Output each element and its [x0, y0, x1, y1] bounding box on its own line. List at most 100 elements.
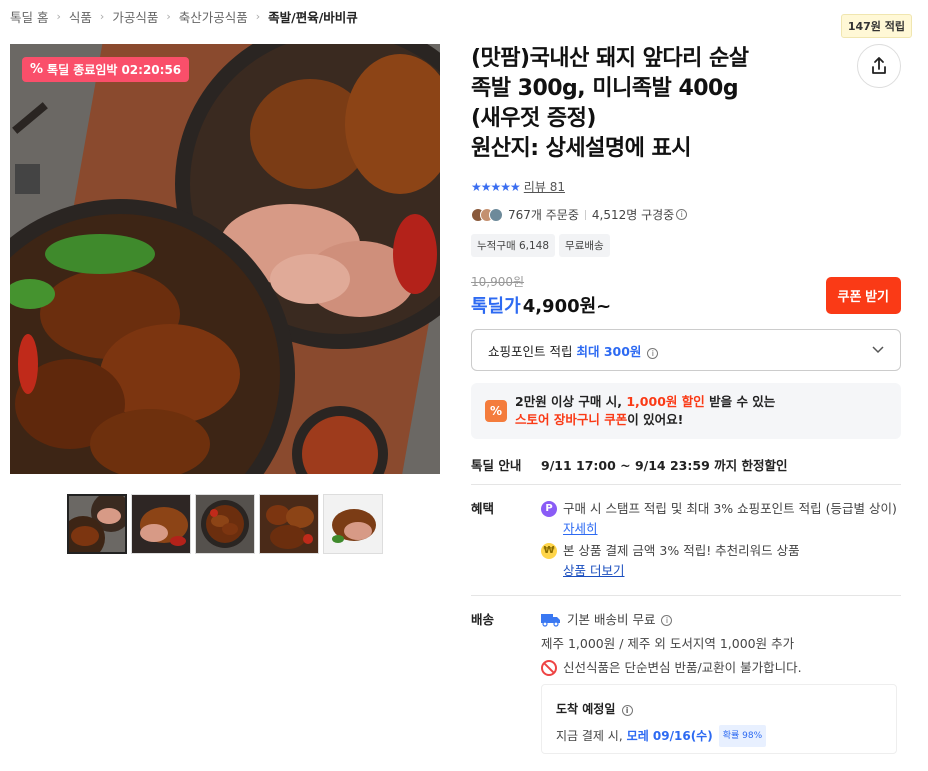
cart-coupon-notice: % 2만원 이상 구매 시, 1,000원 할인 받을 수 있는 스토어 장바구… — [471, 383, 901, 439]
delivery-section: 배송 기본 배송비 무료 i 제주 1,000원 / 제주 외 도서지역 1,0… — [471, 610, 901, 754]
coin-icon: ₩ — [541, 543, 557, 559]
product-photo — [10, 44, 440, 474]
delivery-fee-line: 기본 배송비 무료 i — [541, 610, 897, 630]
chevron-right-icon: › — [255, 10, 261, 23]
social-proof: 767개 주문중 4,512명 구경중 i — [471, 206, 901, 223]
breadcrumb-food[interactable]: 식품 — [69, 7, 92, 26]
benefit-label: 혜택 — [471, 501, 495, 516]
benefit-section: 혜택 P 구매 시 스탬프 적립 및 최대 3% 쇼핑포인트 적립 (등급별 상… — [471, 499, 901, 581]
prohibited-icon — [541, 660, 557, 676]
breadcrumb-home[interactable]: 톡딜 홈 — [10, 7, 48, 26]
breadcrumb: 톡딜 홈 › 식품 › 가공식품 › 축산가공식품 › 족발/편육/바비큐 — [10, 7, 358, 26]
thumbnail-3[interactable] — [195, 494, 255, 554]
deal-timer-badge: % 톡딜 종료임박 02:20:56 — [22, 57, 190, 82]
share-icon — [872, 57, 886, 74]
title-line-3: (새우젓 증정) — [471, 106, 596, 131]
product-info: (맛팜)국내산 돼지 앞다리 순살 족발 300g, 미니족발 400g (새우… — [471, 44, 901, 754]
product-title: (맛팜)국내산 돼지 앞다리 순살 족발 300g, 미니족발 400g (새우… — [471, 44, 841, 164]
breadcrumb-processed[interactable]: 가공식품 — [112, 7, 158, 26]
info-icon[interactable]: i — [621, 705, 633, 716]
arrival-probability: 확률 98% — [718, 725, 767, 747]
thumbnail-image — [132, 495, 190, 553]
product-main-image[interactable]: % 톡딜 종료임박 02:20:56 — [10, 44, 440, 474]
points-badge: 147원 적립 — [840, 14, 912, 38]
benefit-text: 구매 시 스탬프 적립 및 최대 3% 쇼핑포인트 적립 (등급별 상이) 자세… — [563, 499, 901, 539]
more-products-link[interactable]: 상품 더보기 — [563, 563, 624, 578]
arrival-title-text: 도착 예정일 — [556, 702, 616, 716]
cart-coupon-discount: 1,000원 할인 — [626, 394, 705, 409]
coupon-icon: % — [485, 400, 507, 422]
thumbnail-5[interactable] — [323, 494, 383, 554]
arrival-date: 모레 09/16(수) — [626, 729, 713, 743]
price-block: 10,900원 톡딜가 4,900원~ 쿠폰 받기 — [471, 273, 901, 321]
benefit-desc: 본 상품 결제 금액 3% 적립! 추천리워드 상품 — [563, 543, 800, 558]
benefit-item-stamp: P 구매 시 스탬프 적립 및 최대 3% 쇼핑포인트 적립 (등급별 상이) … — [541, 499, 901, 539]
point-highlight: 최대 300원 — [576, 343, 642, 359]
benefit-desc: 구매 시 스탬프 적립 및 최대 3% 쇼핑포인트 적립 (등급별 상이) — [563, 501, 897, 516]
delivery-fee: 기본 배송비 무료 — [567, 612, 656, 627]
cart-coupon-text: 이 있어요! — [627, 412, 684, 427]
chevron-right-icon: › — [166, 10, 171, 23]
sale-label: 톡딜가 — [471, 296, 521, 317]
return-notice-line: 신선식품은 단순변심 반품/교환이 불가합니다. — [541, 658, 897, 678]
tag-list: 누적구매 6,148 무료배송 — [471, 234, 901, 257]
divider — [584, 209, 586, 220]
deal-info-row: 톡딜 안내 9/11 17:00 ~ 9/14 23:59 까지 한정할인 — [471, 455, 901, 485]
arrival-pre: 지금 결제 시, — [556, 729, 623, 743]
tag-free-shipping: 무료배송 — [559, 234, 610, 257]
point-label: 쇼핑포인트 적립 — [488, 343, 573, 359]
arrival-title: 도착 예정일 i — [556, 699, 882, 719]
timer-time: 02:20:56 — [121, 62, 182, 77]
point-select-text: 쇼핑포인트 적립 최대 300원 i — [488, 341, 659, 360]
coupon-button[interactable]: 쿠폰 받기 — [825, 277, 901, 314]
title-line-1: (맛팜)국내산 돼지 앞다리 순살 — [471, 46, 749, 71]
cart-coupon-name: 스토어 장바구니 쿠폰 — [515, 412, 628, 427]
star-rating-icon: ★★★★★ — [471, 179, 521, 194]
buyer-avatars — [471, 207, 503, 222]
review-link[interactable]: 리뷰 81 — [524, 178, 565, 195]
return-notice: 신선식품은 단순변심 반품/교환이 불가합니다. — [563, 660, 802, 675]
breadcrumb-current[interactable]: 족발/편육/바비큐 — [268, 7, 358, 26]
detail-link[interactable]: 자세히 — [563, 521, 598, 536]
thumbnail-image — [324, 495, 382, 553]
benefit-item-reward: ₩ 본 상품 결제 금액 3% 적립! 추천리워드 상품상품 더보기 — [541, 541, 901, 581]
info-icon[interactable]: i — [676, 209, 688, 220]
thumbnail-1[interactable] — [67, 494, 127, 554]
thumbnail-image — [69, 496, 125, 552]
share-button[interactable] — [857, 44, 901, 88]
thumbnail-image — [260, 495, 318, 553]
tag-cumulative: 누적구매 6,148 — [471, 234, 556, 257]
sale-price: 4,900원~ — [522, 296, 612, 317]
shopping-point-dropdown[interactable]: 쇼핑포인트 적립 최대 300원 i — [471, 329, 901, 371]
rating-row: ★★★★★ 리뷰 81 — [471, 178, 901, 195]
order-count: 767개 주문중 — [508, 208, 579, 222]
delivery-label: 배송 — [471, 612, 495, 627]
thumbnail-4[interactable] — [259, 494, 319, 554]
avatar — [489, 207, 503, 222]
chevron-down-icon — [872, 346, 884, 354]
title-line-4: 원산지: 상세설명에 표시 — [471, 136, 692, 161]
thumbnail-list — [67, 494, 383, 554]
thumbnail-image — [196, 495, 254, 553]
chevron-right-icon: › — [99, 10, 105, 23]
point-p-icon: P — [541, 501, 557, 517]
title-line-2: 족발 300g, 미니족발 400g — [471, 76, 739, 101]
arrival-line: 지금 결제 시, 모레 09/16(수) 확률 98% — [556, 725, 882, 747]
timer-label: 톡딜 종료임박 — [47, 63, 118, 77]
island-fee: 제주 1,000원 / 제주 외 도서지역 1,000원 추가 — [541, 636, 795, 651]
cart-coupon-text: 받을 수 있는 — [704, 394, 776, 409]
divider — [471, 595, 901, 596]
deal-period: 9/11 17:00 ~ 9/14 23:59 까지 한정할인 — [541, 458, 788, 473]
arrival-box: 도착 예정일 i 지금 결제 시, 모레 09/16(수) 확률 98% — [541, 684, 897, 754]
benefit-text: 본 상품 결제 금액 3% 적립! 추천리워드 상품상품 더보기 — [563, 541, 800, 581]
cart-coupon-text: 2만원 이상 구매 시, — [515, 394, 627, 409]
info-icon[interactable]: i — [647, 347, 659, 359]
chevron-right-icon: › — [56, 10, 61, 23]
thumbnail-2[interactable] — [131, 494, 191, 554]
info-icon[interactable]: i — [661, 614, 673, 626]
truck-icon — [541, 614, 560, 627]
percent-icon: % — [30, 62, 44, 77]
deal-label: 톡딜 안내 — [471, 458, 522, 473]
island-fee-line: 제주 1,000원 / 제주 외 도서지역 1,000원 추가 — [541, 634, 897, 654]
breadcrumb-meat[interactable]: 축산가공식품 — [179, 7, 248, 26]
